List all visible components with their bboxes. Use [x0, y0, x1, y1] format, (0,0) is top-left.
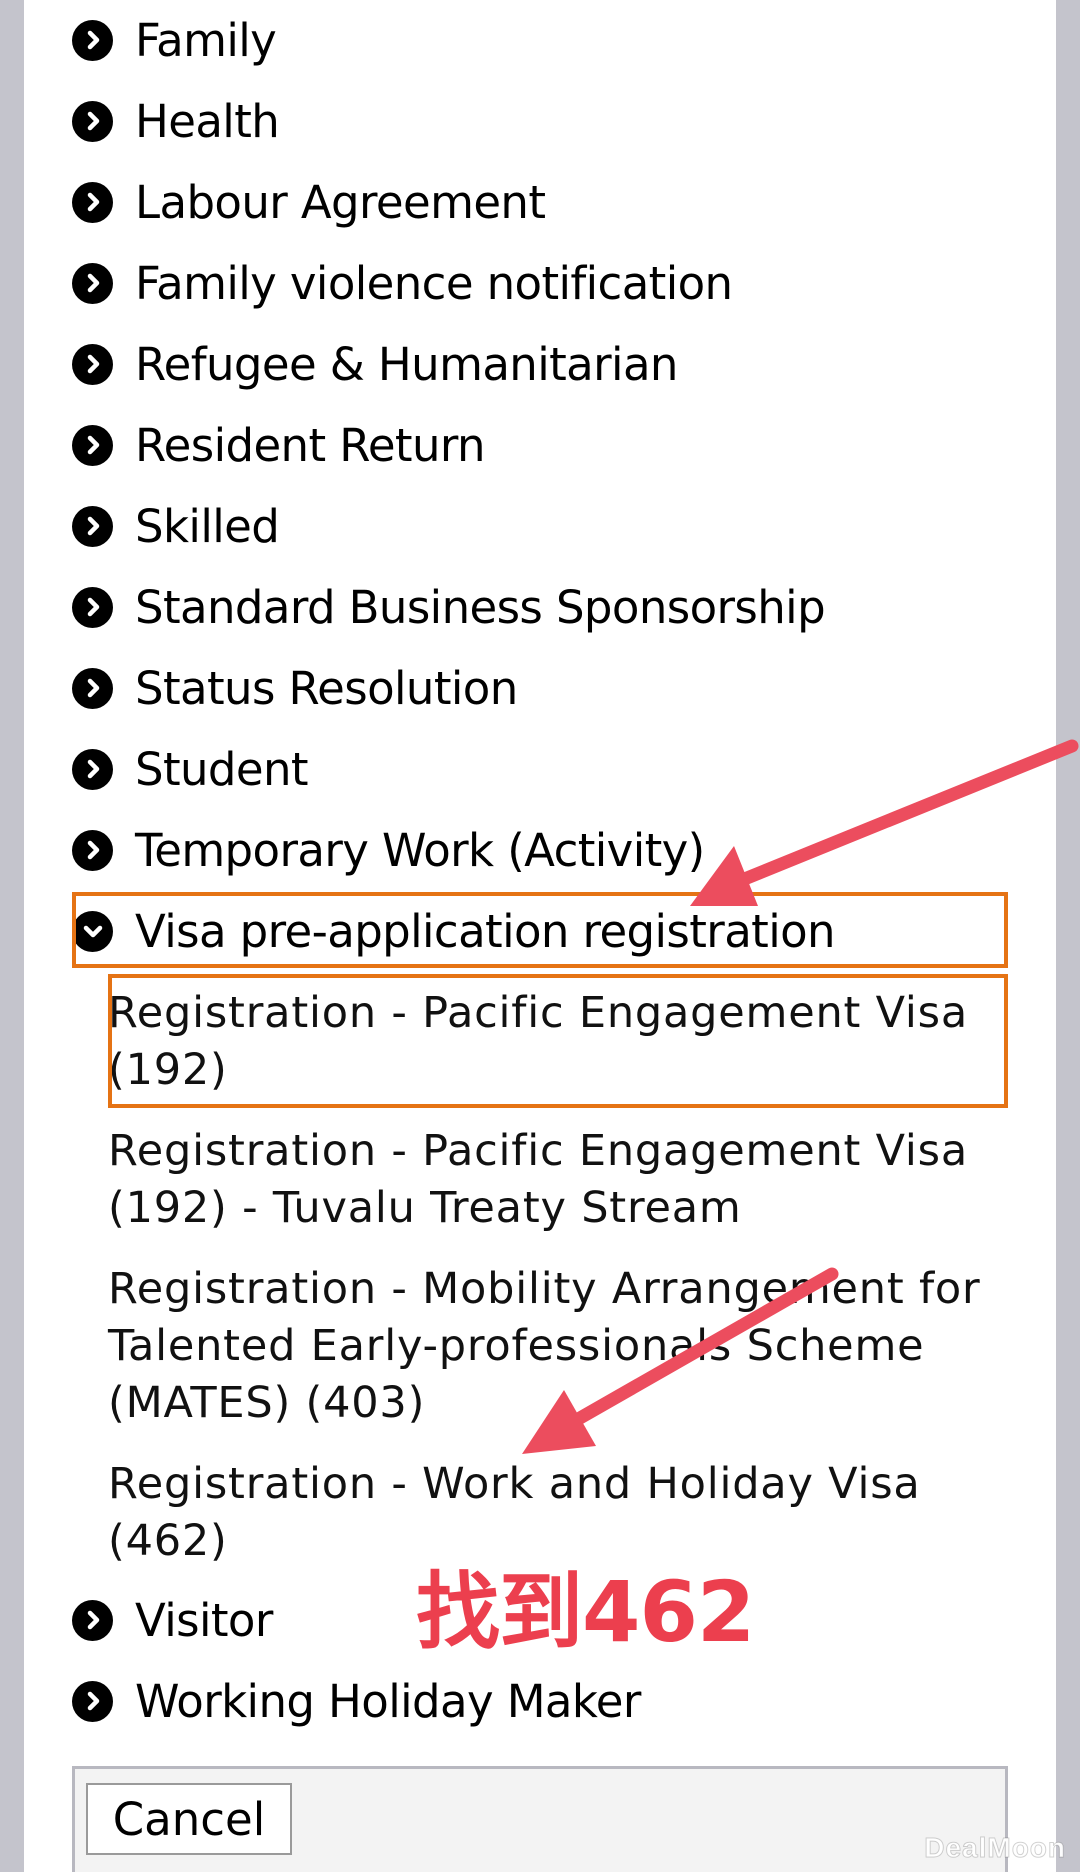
- cancel-button[interactable]: Cancel: [86, 1783, 292, 1855]
- category-label: Student: [135, 742, 309, 796]
- sub-item-registration-403-mates[interactable]: Registration - Mobility Arrangement for …: [108, 1261, 1008, 1432]
- category-label: Family: [135, 13, 277, 67]
- category-visitor[interactable]: Visitor: [72, 1582, 273, 1658]
- category-family-violence-notification[interactable]: Family violence notification: [72, 245, 733, 321]
- category-family[interactable]: Family: [72, 2, 277, 78]
- chevron-right-circle-icon: [72, 19, 113, 61]
- watermark: DealMoon: [924, 1832, 1066, 1864]
- chevron-right-circle-icon: [72, 829, 113, 871]
- category-standard-business-sponsorship[interactable]: Standard Business Sponsorship: [72, 569, 826, 645]
- chevron-right-circle-icon: [72, 505, 113, 547]
- sub-item-registration-192-tuvalu[interactable]: Registration - Pacific Engagement Visa (…: [108, 1123, 1008, 1237]
- category-label: Labour Agreement: [135, 175, 546, 229]
- category-label: Status Resolution: [135, 661, 518, 715]
- sub-item-registration-192[interactable]: Registration - Pacific Engagement Visa (…: [108, 985, 1008, 1099]
- chevron-right-circle-icon: [72, 262, 113, 304]
- category-labour-agreement[interactable]: Labour Agreement: [72, 164, 546, 240]
- category-label: Working Holiday Maker: [135, 1674, 641, 1728]
- category-label: Health: [135, 94, 280, 148]
- category-temporary-work-activity[interactable]: Temporary Work (Activity): [72, 812, 705, 888]
- chevron-right-circle-icon: [72, 748, 113, 790]
- chevron-right-circle-icon: [72, 181, 113, 223]
- category-label: Standard Business Sponsorship: [135, 580, 826, 634]
- chevron-down-circle-icon: [72, 910, 113, 952]
- category-label: Resident Return: [135, 418, 486, 472]
- category-refugee-humanitarian[interactable]: Refugee & Humanitarian: [72, 326, 678, 402]
- chevron-right-circle-icon: [72, 667, 113, 709]
- category-resident-return[interactable]: Resident Return: [72, 407, 486, 483]
- category-visa-pre-application-registration[interactable]: Visa pre-application registration: [72, 893, 836, 969]
- category-health[interactable]: Health: [72, 83, 280, 159]
- chevron-right-circle-icon: [72, 1599, 113, 1641]
- category-skilled[interactable]: Skilled: [72, 488, 280, 564]
- annotation-find-462: 找到462: [416, 1563, 755, 1661]
- category-label: Visitor: [135, 1593, 273, 1647]
- chevron-right-circle-icon: [72, 586, 113, 628]
- category-label: Skilled: [135, 499, 280, 553]
- category-status-resolution[interactable]: Status Resolution: [72, 650, 518, 726]
- chevron-right-circle-icon: [72, 424, 113, 466]
- category-student[interactable]: Student: [72, 731, 309, 807]
- category-working-holiday-maker[interactable]: Working Holiday Maker: [72, 1663, 641, 1739]
- category-label: Visa pre-application registration: [135, 904, 836, 958]
- category-label: Temporary Work (Activity): [135, 823, 705, 877]
- category-label: Refugee & Humanitarian: [135, 337, 678, 391]
- chevron-right-circle-icon: [72, 100, 113, 142]
- chevron-right-circle-icon: [72, 1680, 113, 1722]
- chevron-right-circle-icon: [72, 343, 113, 385]
- category-label: Family violence notification: [135, 256, 733, 310]
